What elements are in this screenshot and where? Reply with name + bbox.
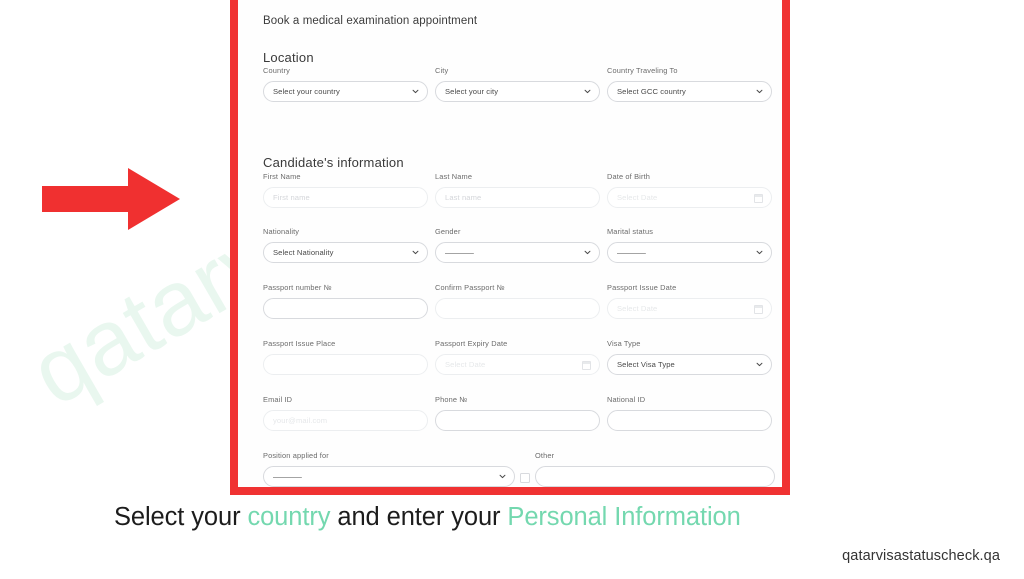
input-last-name[interactable]: Last name [435, 187, 600, 208]
select-gender[interactable]: ———— [435, 242, 600, 263]
caption-highlight-personal-information: Personal Information [507, 503, 741, 531]
field-city: City Select your city [435, 66, 600, 102]
field-confirm-passport-number: Confirm Passport № [435, 283, 600, 319]
label-phone-number: Phone № [435, 395, 468, 404]
select-nationality-value: Select Nationality [273, 248, 334, 257]
field-last-name: Last Name Last name [435, 172, 600, 208]
section-heading-candidate: Candidate's information [263, 155, 404, 170]
field-passport-expiry-date: Passport Expiry Date Select Date [435, 339, 600, 375]
field-other: Other [520, 451, 775, 487]
caption-part-2: and enter your [330, 503, 508, 531]
label-marital-status: Marital status [607, 227, 654, 236]
input-confirm-passport-number[interactable] [435, 298, 600, 319]
highlighted-screenshot-frame: Book a medical examination appointment L… [230, 0, 790, 495]
label-country-traveling-to: Country Traveling To [607, 66, 678, 75]
select-visa-type-value: Select Visa Type [617, 360, 675, 369]
select-country-traveling-to[interactable]: Select GCC country [607, 81, 772, 102]
field-phone-number: Phone № [435, 395, 600, 431]
appointment-form-card: Book a medical examination appointment L… [238, 0, 782, 487]
select-city-value: Select your city [445, 87, 499, 96]
calendar-icon [754, 305, 763, 314]
label-position-applied-for: Position applied for [263, 451, 329, 460]
field-passport-issue-place: Passport Issue Place [263, 339, 428, 375]
input-first-name-placeholder: First name [273, 193, 310, 202]
input-passport-issue-date-placeholder: Select Date [617, 304, 658, 313]
input-first-name[interactable]: First name [263, 187, 428, 208]
select-city[interactable]: Select your city [435, 81, 600, 102]
select-marital-status[interactable]: ———— [607, 242, 772, 263]
input-date-of-birth-placeholder: Select Date [617, 193, 658, 202]
label-passport-expiry-date: Passport Expiry Date [435, 339, 508, 348]
label-passport-issue-place: Passport Issue Place [263, 339, 336, 348]
label-email-id: Email ID [263, 395, 293, 404]
field-gender: Gender ———— [435, 227, 600, 263]
field-national-id: National ID [607, 395, 772, 431]
chevron-down-icon [499, 474, 506, 478]
input-last-name-placeholder: Last name [445, 193, 482, 202]
field-visa-type: Visa Type Select Visa Type [607, 339, 772, 375]
label-gender: Gender [435, 227, 461, 236]
field-position-applied-for: Position applied for ———— [263, 451, 515, 487]
input-passport-expiry-date[interactable]: Select Date [435, 354, 600, 375]
section-heading-location: Location [263, 50, 314, 65]
chevron-down-icon [412, 89, 419, 93]
calendar-icon [754, 194, 763, 203]
caption-text: Select your country and enter your Perso… [114, 503, 741, 532]
select-nationality[interactable]: Select Nationality [263, 242, 428, 263]
field-passport-issue-date: Passport Issue Date Select Date [607, 283, 772, 319]
field-first-name: First Name First name [263, 172, 428, 208]
field-country: Country Select your country [263, 66, 428, 102]
label-last-name: Last Name [435, 172, 473, 181]
input-passport-number[interactable] [263, 298, 428, 319]
label-visa-type: Visa Type [607, 339, 641, 348]
input-date-of-birth[interactable]: Select Date [607, 187, 772, 208]
label-other: Other [535, 451, 555, 460]
input-passport-issue-date[interactable]: Select Date [607, 298, 772, 319]
label-passport-number: Passport number № [263, 283, 332, 292]
input-passport-expiry-date-placeholder: Select Date [445, 360, 486, 369]
chevron-down-icon [756, 250, 763, 254]
caption-part-1: Select your [114, 503, 248, 531]
select-position-applied-for-value: ———— [273, 472, 302, 481]
select-gender-value: ———— [445, 248, 474, 257]
field-email-id: Email ID your@mail.com [263, 395, 428, 431]
chevron-down-icon [584, 250, 591, 254]
form-title: Book a medical examination appointment [263, 15, 478, 27]
site-credit: qatarvisastatuscheck.qa [842, 548, 1000, 564]
calendar-icon [582, 361, 591, 370]
select-country[interactable]: Select your country [263, 81, 428, 102]
input-other[interactable] [520, 466, 775, 487]
label-date-of-birth: Date of Birth [607, 172, 651, 181]
field-date-of-birth: Date of Birth Select Date [607, 172, 772, 208]
chevron-down-icon [584, 89, 591, 93]
label-confirm-passport-number: Confirm Passport № [435, 283, 505, 292]
field-nationality: Nationality Select Nationality [263, 227, 428, 263]
label-first-name: First Name [263, 172, 301, 181]
chevron-down-icon [756, 89, 763, 93]
input-email-id-placeholder: your@mail.com [273, 416, 328, 425]
label-national-id: National ID [607, 395, 646, 404]
checkbox-other[interactable] [520, 472, 530, 483]
field-passport-number: Passport number № [263, 283, 428, 319]
label-city: City [435, 66, 449, 75]
select-country-value: Select your country [273, 87, 340, 96]
chevron-down-icon [412, 250, 419, 254]
chevron-down-icon [756, 362, 763, 366]
input-email-id[interactable]: your@mail.com [263, 410, 428, 431]
select-country-traveling-to-value: Select GCC country [617, 87, 686, 96]
input-passport-issue-place[interactable] [263, 354, 428, 375]
field-marital-status: Marital status ———— [607, 227, 772, 263]
red-arrow-annotation [42, 168, 180, 230]
label-nationality: Nationality [263, 227, 300, 236]
select-marital-status-value: ———— [617, 248, 646, 257]
label-passport-issue-date: Passport Issue Date [607, 283, 677, 292]
caption-highlight-country: country [247, 503, 331, 531]
input-phone-number[interactable] [435, 410, 600, 431]
label-country: Country [263, 66, 290, 75]
select-visa-type[interactable]: Select Visa Type [607, 354, 772, 375]
select-position-applied-for[interactable]: ———— [263, 466, 515, 487]
input-national-id[interactable] [607, 410, 772, 431]
field-country-traveling-to: Country Traveling To Select GCC country [607, 66, 772, 102]
